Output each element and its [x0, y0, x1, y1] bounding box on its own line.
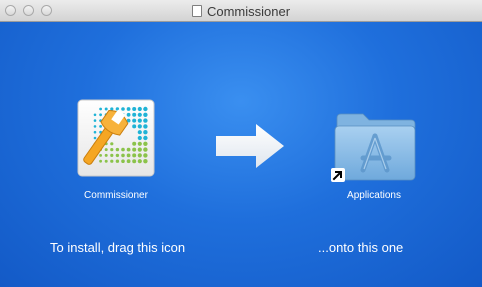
logo-dot	[132, 112, 137, 117]
logo-dot	[121, 107, 125, 111]
logo-dot	[115, 153, 120, 158]
logo-dot	[99, 159, 102, 163]
logo-dot	[104, 107, 108, 111]
logo-dot	[126, 147, 131, 152]
logo-dot	[132, 153, 137, 158]
logo-dot	[99, 154, 102, 157]
logo-dot	[126, 159, 131, 164]
logo-dot	[137, 159, 142, 164]
logo-dot	[110, 148, 114, 152]
logo-dot	[143, 130, 148, 135]
logo-dot	[99, 113, 102, 117]
logo-dot	[137, 106, 142, 112]
logo-dot	[104, 159, 108, 163]
dmg-background: Commissioner Applications To install, dr…	[0, 22, 482, 287]
logo-dot	[143, 124, 148, 129]
logo-dot	[115, 159, 120, 163]
logo-dot	[137, 112, 142, 117]
logo-dot	[143, 153, 148, 158]
logo-dot	[137, 135, 142, 141]
logo-dot	[110, 153, 114, 157]
drag-arrow-icon	[216, 124, 284, 168]
commissioner-app-icon[interactable]	[77, 99, 155, 177]
logo-dot	[132, 107, 137, 111]
logo-dot	[132, 159, 137, 164]
install-instruction-left: To install, drag this icon	[50, 240, 186, 255]
logo-dot	[143, 141, 148, 146]
logo-dot	[93, 119, 97, 122]
logo-dot	[143, 106, 148, 112]
logo-dot	[121, 153, 125, 158]
logo-dot	[126, 153, 131, 158]
logo-dot	[93, 130, 97, 134]
logo-dot	[137, 130, 142, 135]
logo-dot	[143, 118, 148, 123]
logo-dot	[143, 147, 148, 152]
logo-dot	[132, 141, 137, 146]
title-bar: Commissioner	[0, 0, 482, 22]
logo-dot	[126, 112, 131, 117]
applications-folder-icon[interactable]	[333, 108, 417, 182]
logo-dot	[104, 148, 108, 152]
logo-dot	[110, 142, 114, 146]
logo-dot	[137, 147, 142, 152]
logo-dot	[104, 153, 108, 157]
alias-arrow-icon	[331, 168, 345, 182]
window-title-group: Commissioner	[0, 0, 482, 22]
logo-dot	[93, 136, 97, 140]
logo-dot	[121, 147, 125, 152]
logo-dot	[99, 125, 102, 128]
logo-dot	[126, 107, 131, 111]
installer-window: Commissioner Commissioner Applications T…	[0, 0, 482, 287]
logo-dot	[137, 141, 142, 146]
logo-dot	[143, 159, 148, 164]
logo-dot	[93, 125, 97, 128]
logo-dot	[137, 124, 142, 129]
logo-dot	[110, 159, 114, 163]
logo-dot	[137, 153, 142, 158]
document-icon	[191, 5, 202, 17]
logo-dot	[132, 147, 137, 152]
logo-dot	[93, 113, 97, 117]
logo-dot	[132, 124, 137, 129]
logo-dot	[143, 135, 148, 141]
logo-dot	[137, 118, 142, 123]
window-title: Commissioner	[206, 3, 291, 19]
app-label: Commissioner	[84, 190, 148, 201]
logo-dot	[99, 107, 102, 111]
logo-dot	[143, 112, 148, 117]
logo-dot	[121, 159, 125, 163]
install-instruction-right: ...onto this one	[318, 240, 404, 255]
logo-dot	[132, 118, 137, 123]
logo-dot	[115, 147, 120, 152]
folder-label: Applications	[347, 190, 401, 201]
